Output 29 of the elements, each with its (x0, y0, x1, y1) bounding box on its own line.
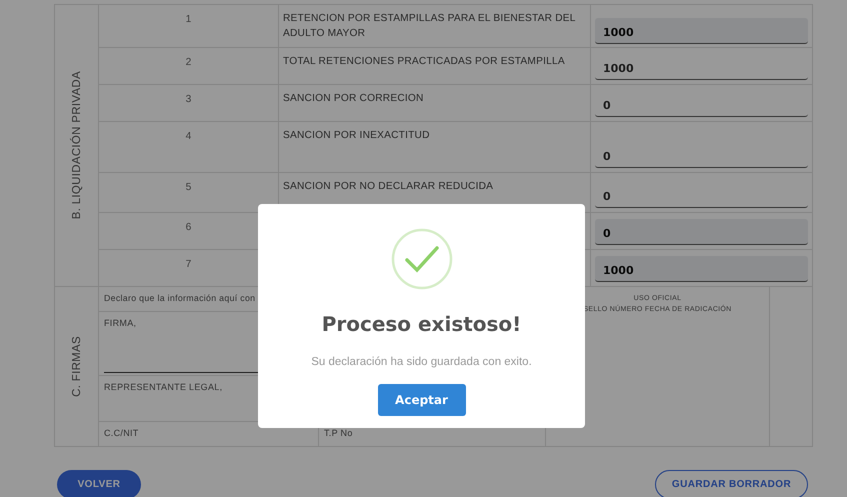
row-number: 7 (186, 259, 192, 270)
tp-label: T.P No (324, 428, 353, 438)
accept-button[interactable]: Aceptar (378, 384, 466, 416)
row-number: 6 (186, 222, 192, 233)
value-field[interactable]: 0 (595, 142, 808, 168)
value-field[interactable]: 0 (595, 91, 808, 117)
row-number: 3 (186, 94, 192, 105)
concept-label: RETENCION POR ESTAMPILLAS PARA EL BIENESTAR DEL ADULTO MAYOR (283, 13, 576, 40)
dialog-title: Proceso existoso! (322, 312, 522, 336)
section-label: B. LIQUIDACIÓN PRIVADA (70, 71, 82, 220)
concept-label: SANCION POR NO DECLARAR REDUCIDA (283, 181, 494, 192)
dialog-message: Su declaración ha sido guardada con exito. (311, 356, 532, 368)
row-number: 2 (186, 57, 192, 68)
id-label: C.C/NIT (104, 428, 139, 438)
declaration-text: Declaro que la información aquí con (104, 293, 256, 303)
row-number: 1 (186, 14, 192, 25)
save-draft-button[interactable]: GUARDAR BORRADOR (655, 470, 808, 497)
value-field[interactable]: 0 (595, 182, 808, 208)
concept-label: SANCION POR INEXACTITUD (283, 130, 430, 141)
concept-label: TOTAL RETENCIONES PRACTICADAS POR ESTAMPILLA (283, 56, 565, 67)
value-field[interactable]: 1000 (595, 54, 808, 80)
legal-rep-label: REPRESENTANTE LEGAL, (104, 382, 222, 392)
concept-label: SANCION POR CORRECION (283, 93, 424, 104)
row-number: 5 (186, 182, 192, 193)
row-number: 4 (186, 131, 192, 142)
check-icon (390, 228, 452, 290)
back-button[interactable]: VOLVER (57, 470, 141, 497)
section-label: C. FIRMAS (70, 336, 82, 397)
signature-label: FIRMA, (104, 318, 136, 328)
